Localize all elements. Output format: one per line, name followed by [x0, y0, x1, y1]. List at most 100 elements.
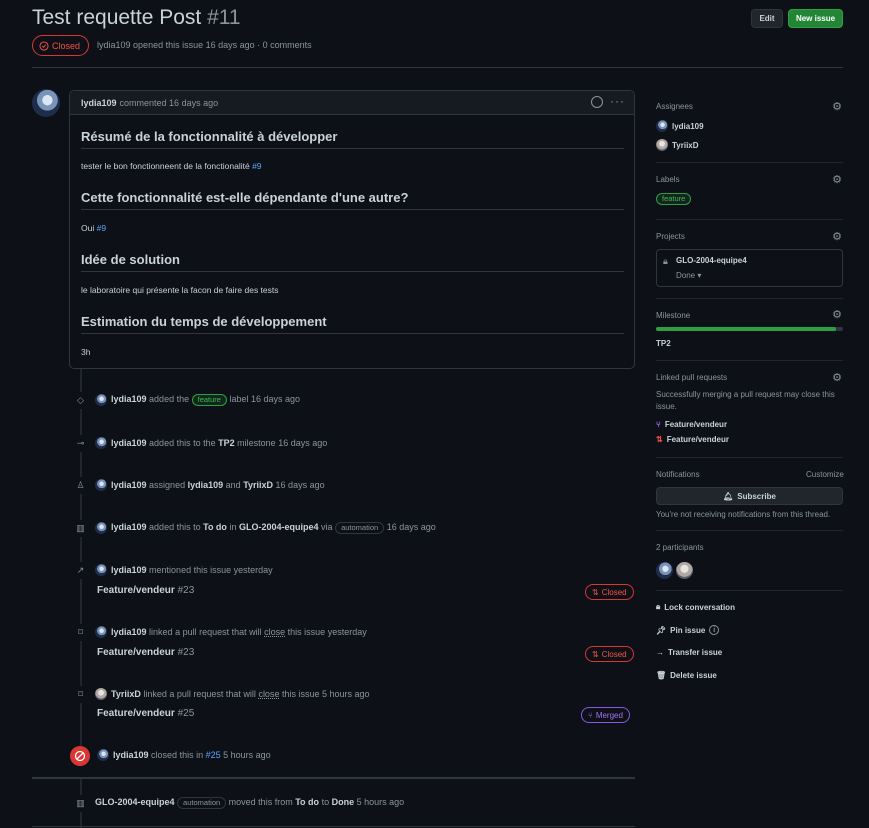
section-text: tester le bon fonctionneent de la foncti…: [81, 161, 262, 171]
avatar[interactable]: [97, 749, 109, 761]
timeline-event: ♙ lydia109 assigned lydia109 and TyriixD…: [72, 476, 642, 494]
timeline-event: ⌑ TyriixD linked a pull request that wil…: [72, 685, 642, 703]
event-user[interactable]: lydia109: [111, 394, 147, 404]
header-divider: [32, 67, 843, 68]
assignee-item[interactable]: TyriixD: [656, 139, 699, 151]
timeline-event: ↗ lydia109 mentioned this issue yesterda…: [72, 561, 642, 579]
event-time[interactable]: 16 days ago: [278, 438, 327, 448]
subscribe-button[interactable]: 🔔︎ Subscribe: [656, 487, 843, 505]
avatar[interactable]: [95, 688, 107, 700]
linked-pr-item[interactable]: ⑂ Feature/vendeur: [656, 420, 727, 429]
event-user[interactable]: TyriixD: [111, 689, 141, 699]
pr-closed-icon: ⇅: [592, 649, 599, 659]
closing-pr-link[interactable]: #25: [206, 750, 221, 760]
event-user[interactable]: lydia109: [111, 565, 147, 575]
event-user[interactable]: lydia109: [111, 438, 147, 448]
project-card[interactable]: 🔒︎ GLO-2004-equipe4 Done ▾: [656, 249, 843, 287]
pr-state-badge: ⑂ Merged: [581, 707, 630, 723]
event-time[interactable]: 16 days ago: [387, 522, 436, 532]
transfer-issue-button[interactable]: → Transfer issue: [656, 648, 722, 657]
section-heading: Cette fonctionnalité est-elle dépendante…: [81, 190, 624, 210]
event-user[interactable]: lydia109: [111, 627, 147, 637]
avatar[interactable]: [95, 394, 107, 406]
section-heading: Résumé de la fonctionnalité à développer: [81, 129, 624, 149]
project-column: To do: [203, 522, 227, 532]
bookmark-icon: ⌑: [72, 685, 89, 703]
event-user[interactable]: lydia109: [113, 750, 149, 760]
label-badge[interactable]: feature: [656, 193, 692, 205]
pr-state-badge: ⇅ Closed: [585, 646, 634, 662]
milestone-link[interactable]: TP2: [218, 438, 235, 448]
gear-icon[interactable]: ⚙: [831, 101, 843, 113]
avatar[interactable]: [95, 437, 107, 449]
participants-title: 2 participants: [656, 543, 704, 552]
automation-badge: automation: [335, 522, 385, 534]
comment-author[interactable]: lydia109: [81, 98, 117, 108]
issue-closed-icon: [70, 746, 90, 766]
event-user[interactable]: lydia109: [111, 480, 147, 490]
avatar[interactable]: [95, 564, 107, 576]
milestone-title: Milestone: [656, 311, 691, 320]
issue-ref-link[interactable]: #9: [97, 223, 106, 233]
project-link[interactable]: GLO-2004-equipe4: [239, 522, 319, 532]
sidebar-divider: [656, 298, 843, 299]
section-heading: Idée de solution: [81, 252, 624, 272]
project-link[interactable]: GLO-2004-equipe4: [95, 797, 175, 807]
milestone-link[interactable]: TP2: [656, 339, 671, 348]
assignee-item[interactable]: lydia109: [656, 120, 704, 132]
linked-pr-item[interactable]: ⇅ Feature/vendeur: [656, 435, 729, 444]
event-time[interactable]: 5 hours ago: [322, 689, 370, 699]
event-user[interactable]: lydia109: [111, 522, 147, 532]
pin-issue-button[interactable]: 📌︎ Pin issue i: [656, 625, 720, 635]
smiley-icon[interactable]: [591, 96, 603, 108]
info-icon[interactable]: i: [709, 625, 720, 635]
delete-issue-button[interactable]: 🗑︎ Delete issue: [656, 671, 717, 680]
event-time[interactable]: 16 days ago: [251, 394, 300, 404]
avatar[interactable]: [95, 626, 107, 638]
event-time[interactable]: 5 hours ago: [223, 750, 271, 760]
lock-icon: 🔒︎: [656, 602, 661, 611]
pr-closed-icon: ⇅: [592, 587, 599, 597]
edit-button[interactable]: Edit: [751, 9, 783, 28]
issue-ref-link[interactable]: #9: [252, 161, 261, 171]
pull-request-link[interactable]: Feature/vendeur #23: [97, 647, 194, 658]
assignee-link[interactable]: TyriixD: [243, 480, 273, 490]
project-status[interactable]: Done ▾: [676, 271, 701, 280]
sidebar-divider: [656, 360, 843, 361]
avatar[interactable]: [32, 89, 60, 117]
milestone-icon: ⊸: [72, 434, 89, 452]
event-time[interactable]: yesterday: [328, 627, 367, 637]
kebab-menu-icon[interactable]: ···: [610, 94, 625, 108]
lock-conversation-button[interactable]: 🔒︎ Lock conversation: [656, 602, 735, 612]
issue-title: Test requette Post #11: [32, 6, 241, 30]
new-issue-button[interactable]: New issue: [788, 9, 843, 28]
event-time[interactable]: yesterday: [234, 565, 273, 575]
label-badge[interactable]: feature: [191, 394, 227, 406]
pull-request-link[interactable]: Feature/vendeur #25: [97, 708, 194, 719]
avatar[interactable]: [95, 522, 107, 534]
section-text: le laboratoire qui présente la facon de …: [81, 285, 279, 295]
project-name[interactable]: GLO-2004-equipe4: [676, 256, 747, 265]
issue-meta: lydia109 opened this issue 16 days ago ·…: [97, 40, 312, 50]
avatar[interactable]: [676, 562, 693, 579]
event-time[interactable]: 5 hours ago: [357, 797, 405, 807]
avatar[interactable]: [656, 562, 673, 579]
gear-icon[interactable]: ⚙: [831, 372, 843, 384]
comment-time: commented 16 days ago: [119, 97, 219, 108]
milestone-progress-fill: [656, 327, 836, 331]
gear-icon[interactable]: ⚙: [831, 231, 843, 243]
issue-author-link[interactable]: lydia109: [97, 40, 131, 50]
issue-number: #11: [207, 6, 241, 29]
avatar[interactable]: [95, 479, 107, 491]
customize-link[interactable]: Customize: [806, 470, 844, 479]
labels-title: Labels: [656, 175, 680, 184]
gear-icon[interactable]: ⚙: [831, 309, 843, 321]
assignee-link[interactable]: lydia109: [188, 480, 224, 490]
sidebar-divider: [656, 457, 843, 458]
gear-icon[interactable]: ⚙: [831, 174, 843, 186]
pull-request-link[interactable]: Feature/vendeur #23: [97, 585, 194, 596]
section-text: Oui #9: [81, 223, 107, 233]
event-time[interactable]: 16 days ago: [276, 480, 325, 490]
milestone-progress: [656, 327, 843, 331]
issue-meta-text: opened this issue 16 days ago · 0 commen…: [133, 40, 312, 50]
